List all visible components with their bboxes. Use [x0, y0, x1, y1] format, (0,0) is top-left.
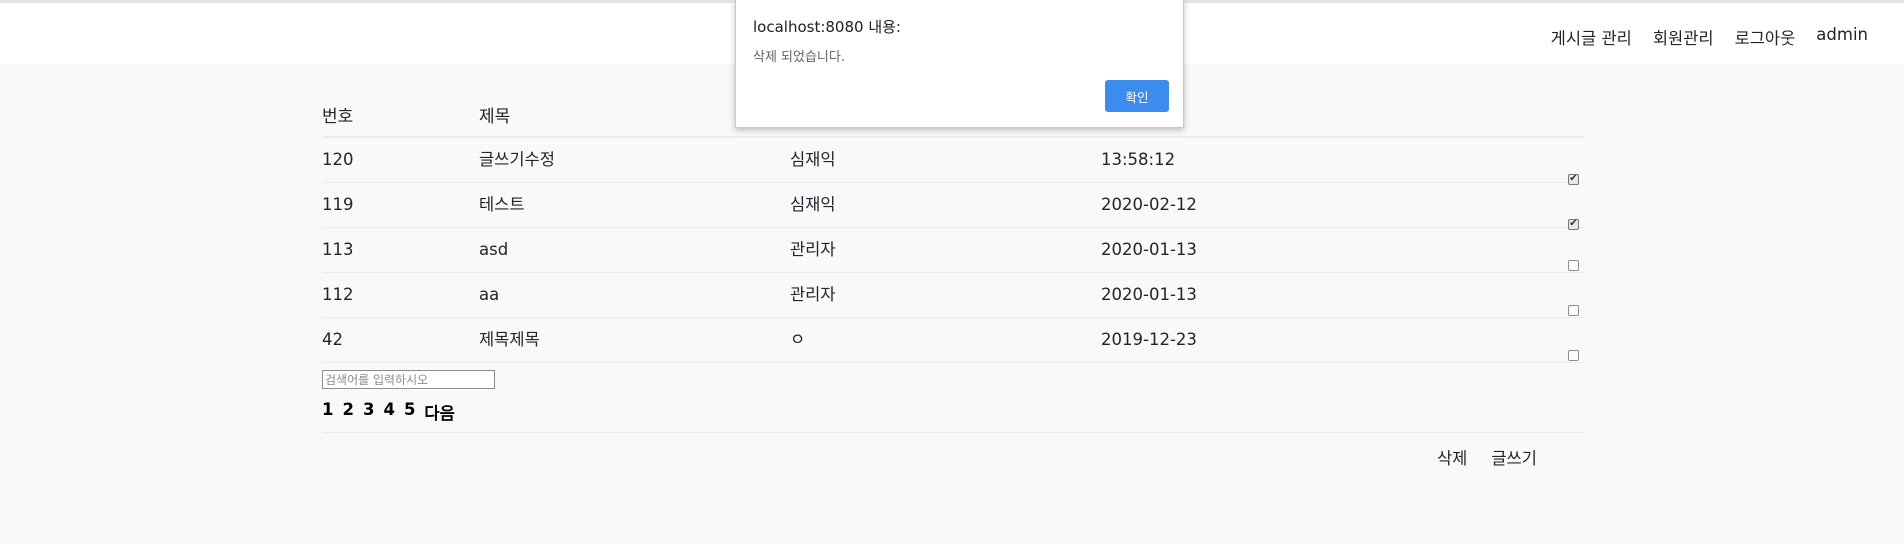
row-date: 2019-12-23 — [1101, 330, 1197, 349]
dialog-ok-button[interactable]: 확인 — [1105, 80, 1169, 112]
row-writer: 관리자 — [790, 285, 836, 304]
row-number: 42 — [322, 330, 343, 349]
row-number: 120 — [322, 150, 354, 169]
page-next-link[interactable]: 다음 — [424, 400, 454, 424]
table-row: 120 글쓰기수정 심재익 13:58:12 ✔ — [322, 138, 1584, 185]
page-link-4[interactable]: 4 — [383, 400, 394, 424]
search-input[interactable] — [322, 370, 495, 389]
row-date: 13:58:12 — [1101, 150, 1176, 169]
row-title-link[interactable]: 테스트 — [479, 183, 525, 227]
footer-divider — [322, 432, 1584, 433]
page-link-2[interactable]: 2 — [342, 400, 353, 424]
header-number: 번호 — [322, 107, 354, 127]
dialog-message: 삭제 되었습니다. — [753, 50, 845, 65]
nav-logout[interactable]: 로그아웃 — [1735, 25, 1796, 49]
row-number: 112 — [322, 285, 354, 304]
nav-post-management[interactable]: 게시글 관리 — [1551, 25, 1632, 49]
post-table: 번호 제목 120 글쓰기수정 심재익 13:58:12 ✔ 119 테스트 심… — [322, 98, 1584, 363]
dialog-title: localhost:8080 내용: — [753, 18, 901, 36]
nav-member-management[interactable]: 회원관리 — [1653, 25, 1714, 49]
pagination: 1 2 3 4 5 다음 — [322, 400, 455, 424]
page-link-5[interactable]: 5 — [404, 400, 415, 424]
row-date: 2020-01-13 — [1101, 285, 1197, 304]
row-checkbox[interactable] — [1568, 334, 1579, 378]
row-number: 113 — [322, 240, 354, 259]
row-title-link[interactable]: 제목제목 — [479, 318, 540, 362]
row-writer: ㅇ — [790, 330, 806, 349]
row-writer: 관리자 — [790, 240, 836, 259]
row-number: 119 — [322, 195, 354, 214]
row-title-link[interactable]: asd — [479, 228, 508, 272]
page-link-3[interactable]: 3 — [363, 400, 374, 424]
header-title: 제목 — [479, 107, 511, 127]
row-date: 2020-01-13 — [1101, 240, 1197, 259]
delete-button[interactable]: 삭제 — [1437, 445, 1467, 469]
row-writer: 심재익 — [790, 195, 836, 214]
table-row: 42 제목제목 ㅇ 2019-12-23 — [322, 318, 1584, 363]
row-date: 2020-02-12 — [1101, 195, 1197, 214]
table-row: 119 테스트 심재익 2020-02-12 ✔ — [322, 183, 1584, 230]
row-title-link[interactable]: 글쓰기수정 — [479, 138, 555, 182]
page-link-1[interactable]: 1 — [322, 400, 333, 424]
write-button[interactable]: 글쓰기 — [1491, 445, 1537, 469]
board-actions: 삭제 글쓰기 — [1437, 445, 1537, 469]
table-row: 113 asd 관리자 2020-01-13 — [322, 228, 1584, 273]
alert-dialog: localhost:8080 내용: 삭제 되었습니다. 확인 — [735, 0, 1184, 128]
table-row: 112 aa 관리자 2020-01-13 — [322, 273, 1584, 318]
nav-user-admin[interactable]: admin — [1816, 25, 1868, 49]
row-title-link[interactable]: aa — [479, 273, 499, 317]
nav-links: 게시글 관리 회원관리 로그아웃 admin — [1551, 25, 1868, 49]
row-writer: 심재익 — [790, 150, 836, 169]
